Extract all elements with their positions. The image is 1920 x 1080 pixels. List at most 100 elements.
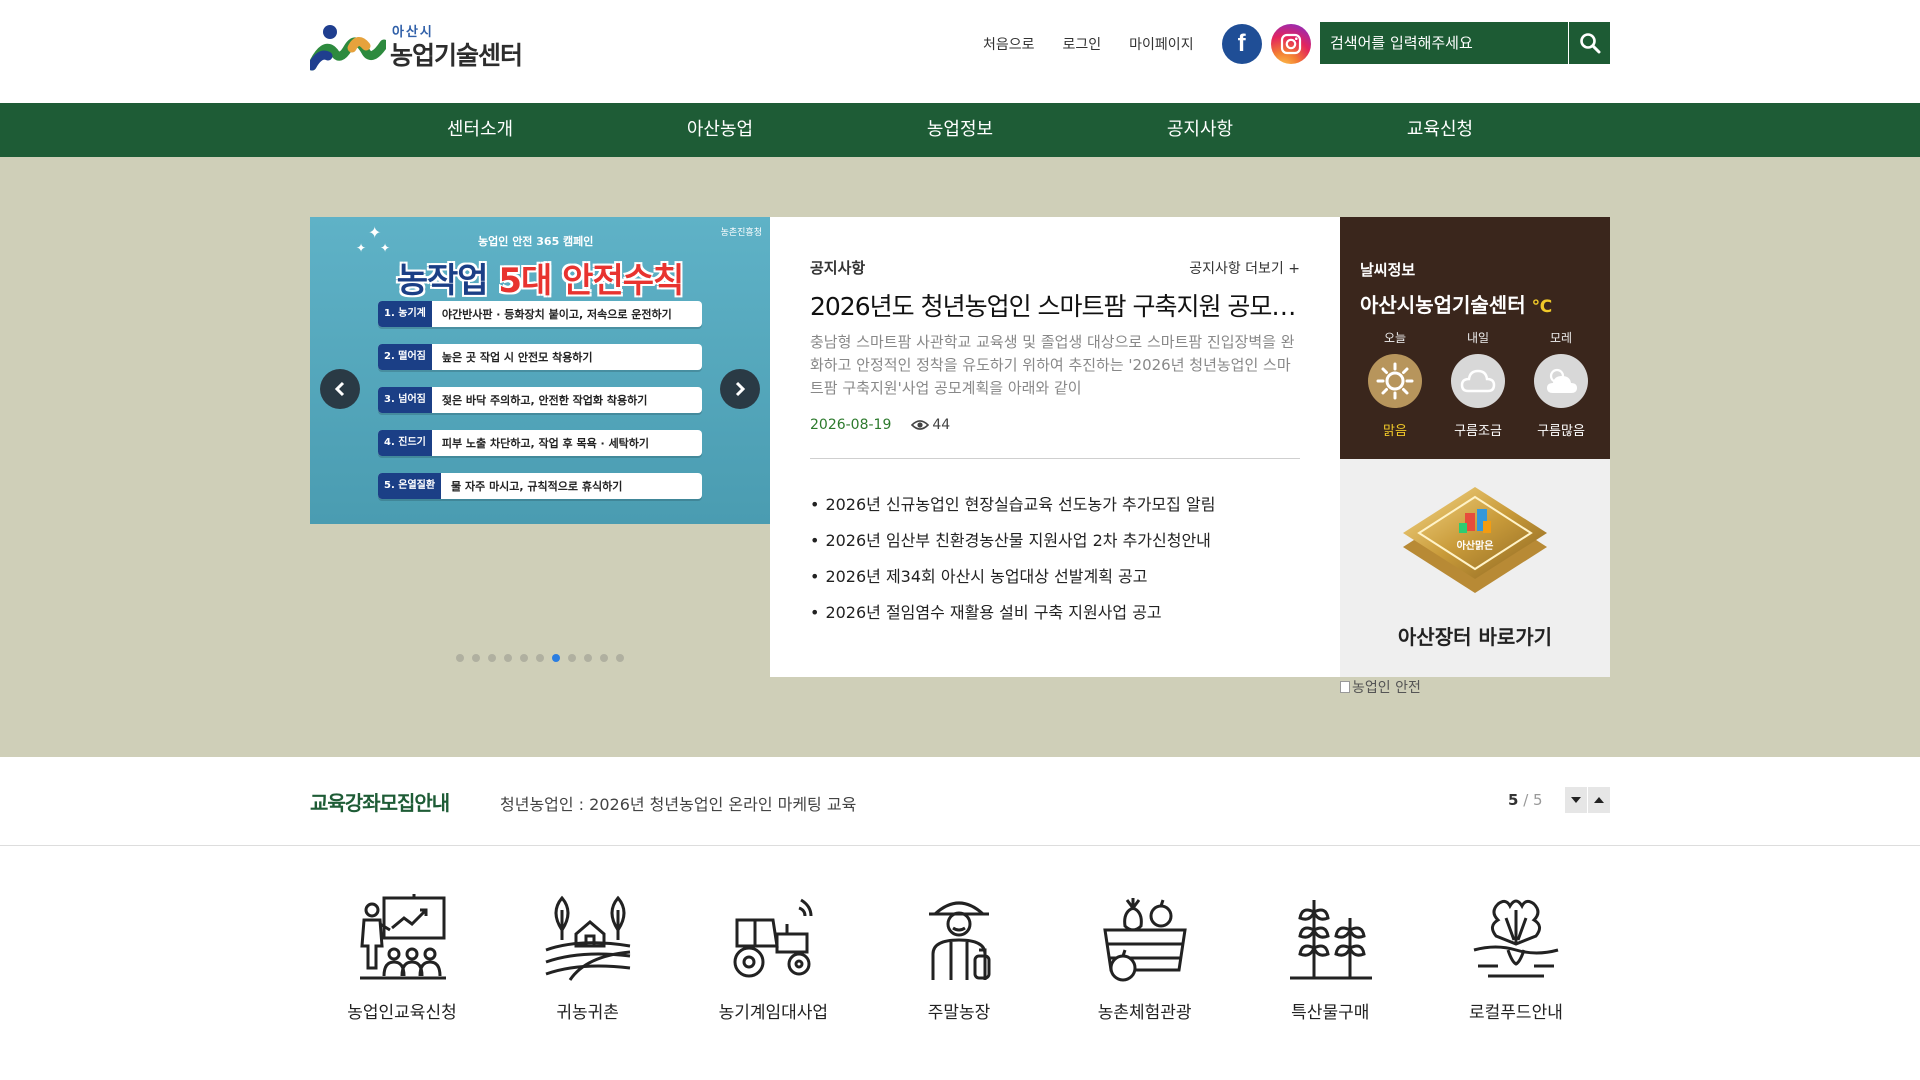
- safety-rule: 3. 넘어짐 젖은 바닥 주의하고, 안전한 작업화 착용하기: [378, 387, 702, 413]
- slide-pagination: [456, 654, 632, 662]
- logo-title: 농업기술센터: [390, 41, 523, 70]
- banner-title-highlight: 5대 안전수칙: [498, 261, 684, 301]
- notice-date: 2026-08-19: [810, 417, 892, 433]
- slide-dot[interactable]: [488, 654, 496, 662]
- banner-title: 농작업 5대 안전수칙: [310, 253, 770, 302]
- rule-tag: 4. 진드기: [378, 430, 432, 456]
- safety-rule: 1. 농기계 야간반사판 · 등화장치 붙이고, 저속으로 운전하기: [378, 301, 702, 327]
- notice-list: 2026년 신규농업인 현장실습교육 선도농가 추가모집 알림 2026년 임산…: [810, 487, 1300, 631]
- slide-dot[interactable]: [552, 654, 560, 662]
- banner-campaign: 농업인 안전 365 캠페인: [478, 235, 594, 248]
- farmer-icon: [928, 901, 991, 980]
- search-button[interactable]: [1568, 22, 1610, 64]
- safety-rule: 4. 진드기 피부 노출 차단하고, 작업 후 목욕 · 세탁하기: [378, 430, 702, 456]
- nav-asan-agriculture[interactable]: 아산농업: [687, 103, 753, 157]
- triangle-down-icon: [1571, 797, 1581, 803]
- logo-subtitle: 아산시: [392, 25, 434, 40]
- nav-notice[interactable]: 공지사항: [1167, 103, 1233, 157]
- slide-dot[interactable]: [600, 654, 608, 662]
- rule-text: 피부 노출 차단하고, 작업 후 목욕 · 세탁하기: [441, 437, 650, 450]
- course-page-total: / 5: [1523, 791, 1543, 809]
- notice-more-link[interactable]: 공지사항 더보기 +: [1189, 258, 1300, 278]
- asan-market-badge-icon: 아산맑은: [1403, 487, 1547, 593]
- cabbage-icon: [1473, 899, 1559, 978]
- notice-list-item[interactable]: 2026년 신규농업인 현장실습교육 선도농가 추가모집 알림: [810, 487, 1300, 523]
- slide-dot[interactable]: [456, 654, 464, 662]
- notice-view-count: 44: [932, 417, 951, 433]
- temperature-unit: ℃: [1531, 297, 1553, 317]
- harvest-basket-icon: [1102, 898, 1187, 982]
- cloud-icon: [1451, 354, 1505, 408]
- notice-panel: 공지사항 공지사항 더보기 + 2026년도 청년농업인 스마트팜 구축지원 공…: [770, 217, 1340, 677]
- rule-tag: 3. 넘어짐: [378, 387, 432, 413]
- logo-mark-icon: [307, 22, 389, 72]
- broken-image-alt-text: 농업인 안전: [1352, 680, 1421, 696]
- day-status: 구름많음: [1537, 424, 1585, 439]
- slide-dot[interactable]: [536, 654, 544, 662]
- rule-text: 높은 곳 작업 시 안전모 착용하기: [441, 351, 593, 364]
- ticker-prev-button[interactable]: [1588, 787, 1610, 813]
- notice-list-item[interactable]: 2026년 절임염수 재활용 설비 구축 지원사업 공고: [810, 595, 1300, 631]
- chevron-right-icon: [735, 381, 746, 397]
- slide-dot[interactable]: [472, 654, 480, 662]
- search-bar: [1320, 22, 1610, 64]
- quick-menu-label: 특산물구매: [1291, 1003, 1370, 1023]
- quick-menu: 농업인교육신청 귀농귀촌 농기계임대사업 주말농장 농촌체험관광 특산물구매 로…: [310, 890, 1610, 1040]
- notice-list-item[interactable]: 2026년 제34회 아산시 농업대상 선발계획 공고: [810, 559, 1300, 595]
- notice-list-item[interactable]: 2026년 임산부 친환경농산물 지원사업 2차 추가신청안내: [810, 523, 1300, 559]
- divider: [810, 458, 1300, 459]
- sun-cloud-icon: [1534, 354, 1588, 408]
- weather-panel: 날씨정보 아산시농업기술센터 ℃ 오늘 맑음 내일 구름조금 모레 구름많음: [1340, 217, 1610, 459]
- nav-education[interactable]: 교육신청: [1407, 103, 1473, 157]
- weather-location: 아산시농업기술센터 ℃: [1360, 289, 1552, 318]
- login-link[interactable]: 로그인: [1063, 34, 1102, 54]
- quick-menu-item[interactable]: 특산물구매: [1260, 890, 1400, 1040]
- nav-center-intro[interactable]: 센터소개: [447, 103, 513, 157]
- rule-tag: 2. 떨어짐: [378, 344, 432, 370]
- quick-menu-item[interactable]: 주말농장: [889, 890, 1029, 1040]
- ticker-next-button[interactable]: [1565, 787, 1587, 813]
- rule-text: 물 자주 마시고, 규칙적으로 휴식하기: [451, 480, 623, 493]
- search-input[interactable]: [1320, 22, 1568, 64]
- nav-agri-info[interactable]: 농업정보: [927, 103, 993, 157]
- notice-headline[interactable]: 2026년도 청년농업인 스마트팜 구축지원 공모계획 공고: [810, 287, 1300, 323]
- eye-icon: [911, 420, 930, 430]
- mypage-link[interactable]: 마이페이지: [1129, 34, 1193, 54]
- main-nav: 센터소개 아산농업 농업정보 공지사항 교육신청: [0, 103, 1920, 157]
- slide-dot[interactable]: [520, 654, 528, 662]
- quick-menu-item[interactable]: 농업인교육신청: [332, 890, 472, 1040]
- slide-next-button[interactable]: [720, 369, 760, 409]
- slide-prev-button[interactable]: [320, 369, 360, 409]
- instagram-icon[interactable]: [1270, 24, 1311, 64]
- course-ticker-title: 교육강좌모집안내: [310, 791, 450, 815]
- course-page-current: 5: [1508, 791, 1519, 809]
- safety-banner-slide[interactable]: ✦ ✦ ✦ 농업인 안전 365 캠페인 농촌진흥청 농작업 5대 안전수칙 1…: [310, 217, 770, 524]
- asan-market-link[interactable]: 아산맑은 아산장터 바로가기: [1340, 459, 1610, 677]
- weather-day-today: 오늘 맑음: [1360, 329, 1430, 439]
- slide-dot[interactable]: [504, 654, 512, 662]
- facebook-icon[interactable]: f: [1221, 24, 1262, 64]
- site-header: 아산시 농업기술센터 처음으로 로그인 마이페이지 f: [0, 0, 1920, 103]
- quick-menu-item[interactable]: 농촌체험관광: [1075, 890, 1215, 1040]
- slide-dot[interactable]: [584, 654, 592, 662]
- rule-text: 야간반사판 · 등화장치 붙이고, 저속으로 운전하기: [441, 308, 672, 321]
- day-name: 모레: [1549, 331, 1573, 345]
- sparkle-icon: ✦: [368, 223, 382, 242]
- chevron-left-icon: [334, 381, 345, 397]
- day-status: 구름조금: [1454, 424, 1502, 439]
- notice-label: 공지사항: [810, 259, 866, 277]
- facebook-glyph: f: [1237, 30, 1246, 57]
- course-ticker-item[interactable]: 청년농업인 : 2026년 청년농업인 온라인 마케팅 교육: [500, 791, 856, 815]
- home-link[interactable]: 처음으로: [983, 34, 1035, 54]
- lecture-icon: [360, 894, 446, 980]
- slide-dot[interactable]: [616, 654, 624, 662]
- quick-menu-item[interactable]: 농기계임대사업: [703, 890, 843, 1040]
- main-visual: ✦ ✦ ✦ 농업인 안전 365 캠페인 농촌진흥청 농작업 5대 안전수칙 1…: [0, 157, 1920, 757]
- banner-org: 농촌진흥청: [720, 228, 762, 238]
- quick-menu-item[interactable]: 로컬푸드안내: [1446, 890, 1586, 1040]
- slide-dot[interactable]: [568, 654, 576, 662]
- quick-menu-item[interactable]: 귀농귀촌: [518, 890, 658, 1040]
- notice-description: 충남형 스마트팜 사관학교 교육생 및 졸업생 대상으로 스마트팜 진입장벽을 …: [810, 333, 1295, 397]
- site-logo[interactable]: 아산시 농업기술센터: [307, 22, 530, 72]
- course-pagination: 5 / 5: [1508, 791, 1543, 809]
